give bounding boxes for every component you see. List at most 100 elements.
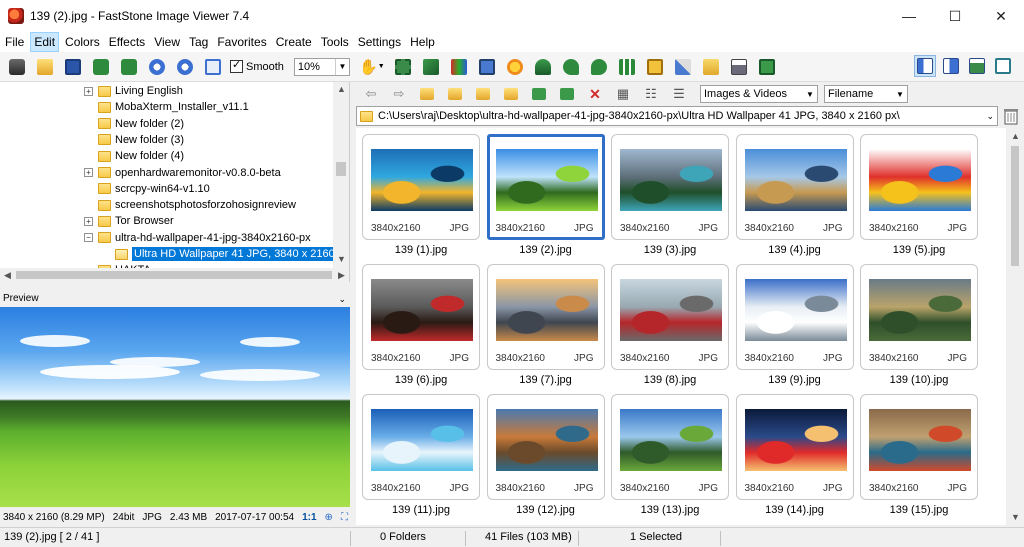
expand-icon[interactable]: + <box>84 216 93 226</box>
thumbnail-item[interactable]: 3840x2160 JPG 139 (12).jpg <box>486 394 605 520</box>
thumbnail-image[interactable] <box>869 149 971 211</box>
minimize-button[interactable]: — <box>886 0 932 32</box>
crop-button[interactable] <box>420 56 442 78</box>
tree-item[interactable]: +MobaXterm_Installer_v11.1 <box>84 99 249 115</box>
tree-item[interactable]: + Tor Browser <box>84 213 174 229</box>
next-button[interactable] <box>118 56 140 78</box>
menu-view[interactable]: View <box>151 32 183 52</box>
thumbnails-view-button[interactable]: ▦ <box>612 83 634 105</box>
thumbnail-item[interactable]: 3840x2160 JPG 139 (1).jpg <box>362 134 480 260</box>
menu-colors[interactable]: Colors <box>62 32 103 52</box>
fullsize-icon[interactable]: ⛶ <box>341 512 348 523</box>
thumbnail-item[interactable]: 3840x2160 JPG 139 (9).jpg <box>735 264 854 390</box>
scroll-up-icon[interactable]: ▲ <box>337 84 346 94</box>
thumbnail-frame[interactable]: 3840x2160 JPG <box>735 394 854 500</box>
print-button[interactable] <box>728 56 750 78</box>
save-button[interactable] <box>62 56 84 78</box>
thumbnail-image[interactable] <box>869 409 971 471</box>
layout-1-button[interactable] <box>914 55 936 77</box>
thumbnail-image[interactable] <box>620 409 722 471</box>
grid-vertical-scrollbar[interactable]: ▲ ▼ <box>1006 128 1024 525</box>
actual-size-button[interactable] <box>202 56 224 78</box>
thumbnail-frame[interactable]: 3840x2160 JPG <box>486 134 605 240</box>
thumbnail-item[interactable]: 3840x2160 JPG 139 (10).jpg <box>860 264 978 390</box>
tree-vertical-scrollbar[interactable]: ▲ ▼ <box>333 82 349 268</box>
menu-create[interactable]: Create <box>273 32 315 52</box>
rotate-left-button[interactable] <box>560 56 582 78</box>
thumbnail-item[interactable]: 3840x2160 JPG 139 (6).jpg <box>362 264 480 390</box>
layout-2-button[interactable] <box>940 55 962 77</box>
thumbnail-image[interactable] <box>744 149 847 211</box>
thumbnail-frame[interactable]: 3840x2160 JPG <box>611 394 729 500</box>
path-text[interactable]: C:\Users\raj\Desktop\ultra-hd-wallpaper-… <box>378 110 900 122</box>
fit-icon[interactable]: ⊕ <box>325 512 333 523</box>
collapse-icon[interactable]: − <box>84 233 93 243</box>
move-to-button[interactable] <box>556 83 578 105</box>
info-ratio[interactable]: 1:1 <box>302 512 316 523</box>
tree-item[interactable]: +screenshotsphotosforzohosignreview <box>84 197 296 213</box>
recycle-bin-button[interactable] <box>1003 107 1019 125</box>
thumbnail-frame[interactable]: 3840x2160 JPG <box>860 394 978 500</box>
thumbnail-image[interactable] <box>495 279 598 341</box>
parent-folder-button[interactable] <box>416 83 438 105</box>
tree-item[interactable]: + openhardwaremonitor-v0.8.0-beta <box>84 165 281 181</box>
thumbnail-item[interactable]: 3840x2160 JPG 139 (11).jpg <box>362 394 480 520</box>
thumbnail-image[interactable] <box>371 149 473 211</box>
tree-item[interactable]: + Living English <box>84 83 183 99</box>
tree-item[interactable]: Ultra HD Wallpaper 41 JPG, 3840 x 2160 p… <box>101 246 349 262</box>
thumbnail-frame[interactable]: 3840x2160 JPG <box>486 264 605 370</box>
smooth-check-box[interactable] <box>230 58 243 73</box>
zoom-in-button[interactable] <box>146 56 168 78</box>
thumbnail-item[interactable]: 3840x2160 JPG 139 (5).jpg <box>860 134 978 260</box>
sort-dropdown[interactable]: Filename ▼ <box>824 85 908 103</box>
back-button[interactable]: ⇦ <box>360 83 382 105</box>
thumbnail-frame[interactable]: 3840x2160 JPG <box>860 134 978 240</box>
stamp-button[interactable] <box>532 56 554 78</box>
thumbnail-item[interactable]: 3840x2160 JPG 139 (15).jpg <box>860 394 978 520</box>
color-adjust-button[interactable] <box>448 56 470 78</box>
preview-image[interactable] <box>0 307 350 507</box>
zoom-out-button[interactable] <box>174 56 196 78</box>
thumbnail-image[interactable] <box>371 409 473 471</box>
thumbnail-frame[interactable]: 3840x2160 JPG <box>860 264 978 370</box>
details-view-button[interactable]: ☷ <box>640 83 662 105</box>
scroll-left-icon[interactable]: ◀ <box>4 270 11 281</box>
list-view-button[interactable]: ☰ <box>668 83 690 105</box>
thumbnail-image[interactable] <box>371 279 473 341</box>
tree-item[interactable]: − ultra-hd-wallpaper-41-jpg-3840x2160-px <box>84 230 311 246</box>
thumbnail-item[interactable]: 3840x2160 JPG 139 (8).jpg <box>611 264 729 390</box>
smooth-checkbox[interactable]: Smooth <box>230 58 284 73</box>
hand-tool-button[interactable]: ✋ ▼ <box>358 56 386 78</box>
grid-scroll-thumb[interactable] <box>1011 146 1019 266</box>
desktop-button[interactable] <box>472 83 494 105</box>
batch-button[interactable] <box>756 56 778 78</box>
thumbnail-image[interactable] <box>620 279 722 341</box>
zoom-dropdown[interactable]: 10% ▼ <box>293 57 350 76</box>
scroll-up-icon[interactable]: ▲ <box>1011 131 1020 141</box>
resize-button[interactable] <box>392 56 414 78</box>
effects-button[interactable] <box>504 56 526 78</box>
scroll-right-icon[interactable]: ▶ <box>338 270 345 281</box>
scroll-down-icon[interactable]: ▼ <box>337 254 346 264</box>
close-button[interactable]: ✕ <box>978 0 1024 32</box>
favorites-button[interactable] <box>444 83 466 105</box>
menu-settings[interactable]: Settings <box>355 32 404 52</box>
thumbnail-image[interactable] <box>744 409 847 471</box>
delete-button[interactable]: ✕ <box>584 83 606 105</box>
thumbnail-item[interactable]: 3840x2160 JPG 139 (2).jpg <box>486 134 605 260</box>
menu-tools[interactable]: Tools <box>318 32 352 52</box>
scroll-down-icon[interactable]: ▼ <box>1011 512 1020 522</box>
thumbnail-image[interactable] <box>495 409 598 471</box>
fullscreen-button[interactable] <box>992 55 1014 77</box>
collapse-icon[interactable]: ⌄ <box>338 292 346 306</box>
thumbnail-image[interactable] <box>620 149 722 211</box>
menu-effects[interactable]: Effects <box>106 32 148 52</box>
path-bar[interactable]: C:\Users\raj\Desktop\ultra-hd-wallpaper-… <box>356 106 998 126</box>
tree-item[interactable]: +scrcpy-win64-v1.10 <box>84 181 210 197</box>
menu-edit[interactable]: Edit <box>30 32 60 52</box>
tree-horizontal-scrollbar[interactable]: ◀ ▶ <box>0 268 350 282</box>
new-folder-button[interactable] <box>500 83 522 105</box>
thumbnail-frame[interactable]: 3840x2160 JPG <box>611 134 729 240</box>
thumbnail-frame[interactable]: 3840x2160 JPG <box>362 134 480 240</box>
expand-icon[interactable]: + <box>84 86 93 96</box>
